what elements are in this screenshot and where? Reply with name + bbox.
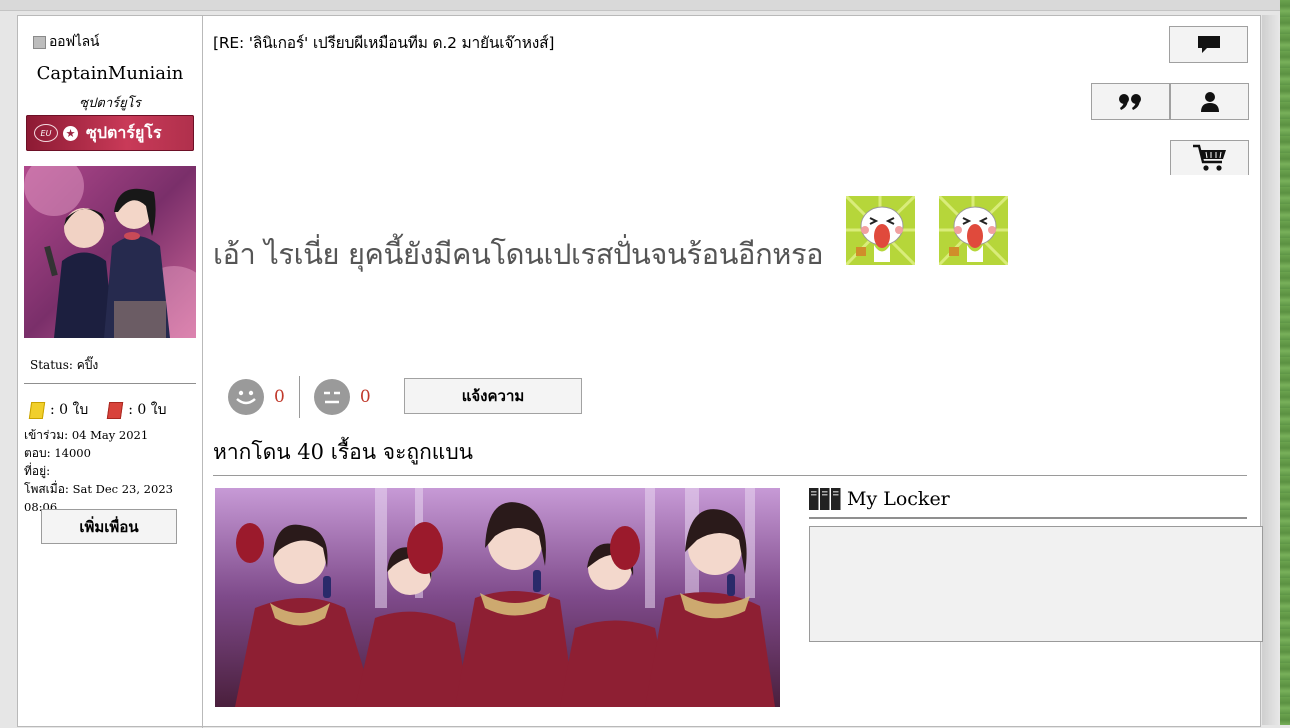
forum-post: ออฟไลน์ CaptainMuniain ซุปตาร์ยูโร EU ★ … [17, 15, 1263, 728]
post-body: เอ้า ไรเนี่ย ยุคนี้ยังมีคนโดนเปเรสปั่นจน… [213, 237, 824, 271]
shop-button[interactable] [1170, 140, 1249, 175]
location-row: ที่อยู่: [24, 462, 202, 480]
signature-image [215, 488, 780, 707]
cart-icon [1192, 144, 1226, 171]
user-info: เข้าร่วม: 04 May 2021 ตอบ: 14000 ที่อยู่… [24, 426, 202, 516]
offline-indicator-icon [33, 35, 46, 49]
reaction-divider [298, 376, 300, 418]
reactions: 0 0 [228, 376, 385, 418]
online-status-label: ออฟไลน์ [49, 34, 100, 50]
replies-value: 14000 [54, 446, 91, 460]
reply-button[interactable] [1169, 26, 1248, 63]
user-icon [1200, 91, 1219, 112]
shouting-emoji-icon [939, 196, 1008, 265]
yellow-card-icon [28, 401, 46, 419]
quote-icon [1118, 93, 1141, 110]
yellow-card-count: : 0 ใบ [50, 402, 89, 418]
signature-divider [213, 475, 1247, 476]
eu-emblem-icon: EU [34, 124, 58, 142]
top-strip [0, 0, 1280, 11]
report-button[interactable]: แจ้งความ [404, 378, 582, 414]
like-face-icon[interactable] [228, 379, 264, 415]
profile-button[interactable] [1170, 83, 1249, 120]
user-sidebar: ออฟไลน์ CaptainMuniain ซุปตาร์ยูโร EU ★ … [18, 16, 203, 728]
red-card-icon [107, 401, 124, 419]
dislike-face-icon[interactable] [313, 379, 350, 415]
my-locker-header[interactable]: My Locker [809, 488, 950, 510]
user-rank-title: ซุปตาร์ยูโร [79, 96, 141, 111]
rank-badge-label: ซุปตาร์ยูโร [86, 122, 162, 142]
online-status: ออฟไลน์ [33, 31, 99, 53]
joined-row: เข้าร่วม: 04 May 2021 [24, 426, 202, 444]
red-card-count: : 0 ใบ [128, 402, 167, 418]
user-status: Status: คปิ๊ง [30, 356, 98, 375]
joined-value: 04 May 2021 [71, 428, 149, 442]
rank-badge: EU ★ ซุปตาร์ยูโร [26, 115, 194, 151]
joined-label: เข้าร่วม: [24, 428, 69, 442]
locker-content-box [809, 526, 1263, 642]
page-shadow [1262, 15, 1280, 725]
grass-background [1280, 0, 1290, 725]
avatar-photo [24, 166, 196, 338]
dislike-count: 0 [359, 387, 371, 407]
card-counts: : 0 ใบ : 0 ใบ [28, 399, 167, 421]
avatar[interactable] [24, 166, 196, 338]
quote-button[interactable] [1091, 83, 1170, 120]
status-value: คปิ๊ง [76, 358, 99, 372]
locker-icon [809, 488, 841, 510]
sidebar-divider [24, 383, 196, 384]
status-label: Status: [30, 358, 73, 372]
locker-divider [809, 517, 1247, 519]
post-title[interactable]: [RE: 'ลินิเกอร์' เปรียบผีเหมือนทีม ด.2 ม… [213, 30, 554, 55]
my-locker-title: My Locker [847, 488, 950, 510]
location-label: ที่อยู่: [24, 464, 51, 478]
add-friend-button[interactable]: เพิ่มเพื่อน [41, 509, 177, 544]
star-icon: ★ [63, 125, 78, 141]
post-content: [RE: 'ลินิเกอร์' เปรียบผีเหมือนทีม ด.2 ม… [203, 16, 1263, 728]
username[interactable]: CaptainMuniain [18, 63, 202, 84]
comment-icon [1197, 35, 1220, 53]
signature-ban-text: หากโดน 40 เรื้อน จะถูกแบน [213, 440, 474, 464]
shouting-emoji-icon [846, 196, 915, 265]
posted-label: โพสเมื่อ: [24, 482, 69, 496]
replies-label: ตอบ: [24, 446, 51, 460]
like-count: 0 [274, 387, 285, 407]
replies-row: ตอบ: 14000 [24, 444, 202, 462]
